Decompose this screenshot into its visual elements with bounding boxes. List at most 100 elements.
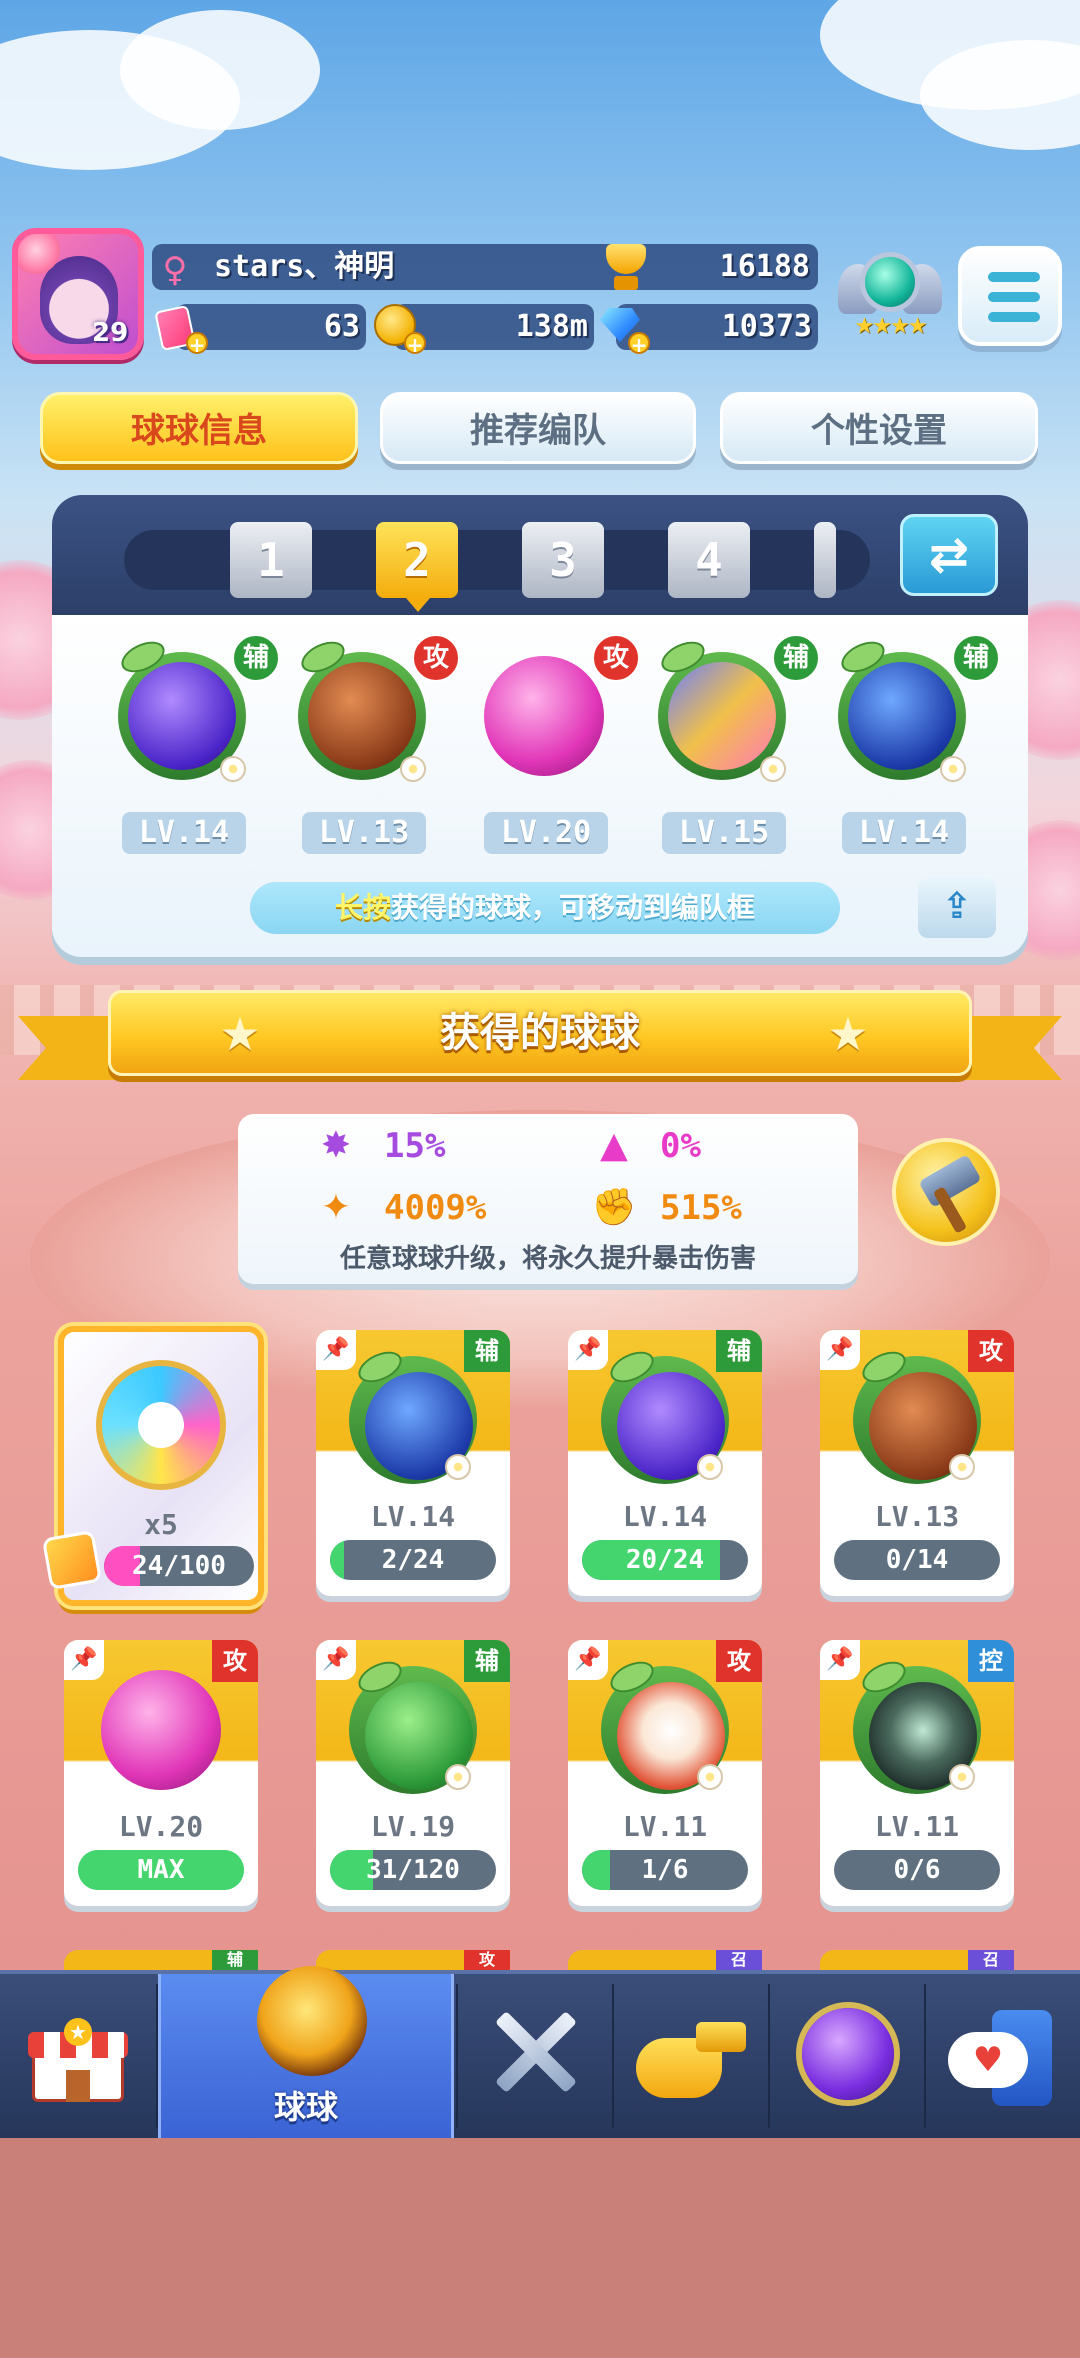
hint-text: 获得的球球，可移动到编队框	[391, 891, 756, 924]
pin-icon[interactable]: 📌	[568, 1640, 608, 1680]
pin-icon[interactable]: 📌	[568, 1330, 608, 1370]
nav-social[interactable]: ♥	[926, 1974, 1080, 2138]
team-slot-4[interactable]: 4	[668, 522, 750, 598]
team-slot-1[interactable]: 1	[230, 522, 312, 598]
arrow-ball-icon	[349, 1655, 477, 1794]
team-slot-2[interactable]: 2	[376, 522, 458, 612]
ball-level: LV.20	[118, 1810, 204, 1843]
ball-card-partial[interactable]: 攻	[316, 1950, 510, 1970]
ball-nav-icon	[257, 1966, 367, 2076]
ball-card-partial[interactable]: 辅	[64, 1950, 258, 1970]
role-tag: 辅	[212, 1950, 258, 1970]
upgrade-progress: 2/24	[330, 1540, 496, 1580]
team-slot-5[interactable]	[814, 522, 836, 598]
nav-balls-label: 球球	[273, 2088, 338, 2126]
special-progress: 24/100	[104, 1546, 254, 1586]
chat-heart-icon: ♥	[948, 2010, 1058, 2110]
crit-rate-value: 15%	[384, 1126, 446, 1166]
team-ball-1[interactable]	[112, 635, 252, 786]
hexagon-ball-icon	[349, 1345, 477, 1484]
team-ball-5[interactable]	[832, 635, 972, 786]
empty-area	[0, 2138, 1080, 2358]
menu-button[interactable]	[958, 246, 1062, 346]
gem-icon[interactable]: +	[596, 302, 650, 356]
nav-shop[interactable]: ★	[0, 1974, 156, 2138]
ball-card-infinity-ball[interactable]: 📌 攻 LV.13 0/14	[820, 1330, 1014, 1596]
role-tag: 辅	[464, 1330, 510, 1372]
hint-highlight: 长按	[334, 891, 391, 924]
tab-ball-info[interactable]: 球球信息	[40, 392, 358, 464]
role-tag: 辅	[772, 634, 820, 682]
menu-icon	[988, 272, 1040, 282]
ball-card-lightning-ball[interactable]: 📌 辅 LV.14 20/24	[568, 1330, 762, 1596]
team-ball-2[interactable]	[292, 635, 432, 786]
shop-icon: ★	[28, 2018, 128, 2102]
upgrade-progress: 0/6	[834, 1850, 1000, 1890]
player-name: stars、神明	[214, 249, 395, 284]
share-button[interactable]: ⇪	[918, 878, 996, 938]
role-tag: 控	[968, 1640, 1014, 1682]
role-tag: 召	[716, 1950, 762, 1970]
role-tag: 辅	[952, 634, 1000, 682]
role-tag: 攻	[212, 1640, 258, 1682]
team-ball-level: LV.20	[484, 812, 608, 854]
planet-icon	[802, 2008, 894, 2100]
upgrade-hammer-button[interactable]	[892, 1138, 1000, 1246]
ball-card-partial[interactable]: 召	[568, 1950, 762, 1970]
nav-balls[interactable]: 球球	[158, 1966, 454, 2138]
pin-icon[interactable]: 📌	[820, 1330, 860, 1370]
rank-stars-icon: ★★★★	[854, 314, 928, 339]
whistle-icon	[636, 2018, 746, 2098]
fist-damage-value: 515%	[660, 1188, 742, 1228]
role-tag: 攻	[716, 1640, 762, 1682]
rank-badge[interactable]: ★★★★	[838, 244, 942, 344]
swap-icon: ⇄	[928, 527, 970, 583]
team-ball-level: LV.13	[302, 812, 426, 854]
trophy-icon	[598, 244, 654, 294]
puzzle-icon	[41, 1529, 103, 1591]
nav-planet[interactable]	[770, 1974, 924, 2138]
ball-level: LV.14	[622, 1500, 708, 1533]
ball-level: LV.11	[622, 1810, 708, 1843]
pin-icon[interactable]: 📌	[316, 1640, 356, 1680]
crit-damage-value: 4009%	[384, 1188, 487, 1228]
ball-level: LV.19	[370, 1810, 456, 1843]
role-tag: 召	[968, 1950, 1014, 1970]
upgrade-progress-text: MAX	[137, 1855, 185, 1885]
coin-count: 138m	[515, 309, 588, 344]
trophy-count: 16188	[719, 249, 810, 284]
drag-hint: 长按获得的球球，可移动到编队框	[250, 882, 840, 934]
pin-icon[interactable]: 📌	[64, 1640, 104, 1680]
crit-rate-icon: ✸	[320, 1125, 352, 1166]
nav-battle[interactable]	[458, 1974, 612, 2138]
role-tag: 攻	[968, 1330, 1014, 1372]
role-tag: 辅	[464, 1640, 510, 1682]
upgrade-progress: 1/6	[582, 1850, 748, 1890]
lightning-ball-icon	[601, 1345, 729, 1484]
card-icon[interactable]: +	[154, 302, 208, 356]
ball-card-partial[interactable]: 召	[820, 1950, 1014, 1970]
team-ball-level: LV.14	[842, 812, 966, 854]
upgrade-progress: MAX	[78, 1850, 244, 1890]
nav-whistle[interactable]	[614, 1974, 768, 2138]
team-ball-level: LV.15	[662, 812, 786, 854]
tab-personal-settings[interactable]: 个性设置	[720, 392, 1038, 464]
ball-level: LV.14	[370, 1500, 456, 1533]
special-orb-icon	[96, 1360, 226, 1490]
ball-card-fox-ball[interactable]: 📌 攻 LV.11 1/6	[568, 1640, 762, 1906]
tab-recommended-team[interactable]: 推荐编队	[380, 392, 696, 464]
coin-icon[interactable]: +	[372, 302, 426, 356]
upgrade-progress-text: 20/24	[625, 1545, 705, 1575]
ball-card-arrow-ball[interactable]: 📌 辅 LV.19 31/120	[316, 1640, 510, 1906]
swap-team-button[interactable]: ⇄	[900, 514, 998, 596]
pin-icon[interactable]: 📌	[820, 1640, 860, 1680]
pin-icon[interactable]: 📌	[316, 1330, 356, 1370]
team-slot-3[interactable]: 3	[522, 522, 604, 598]
share-icon: ⇪	[941, 886, 973, 927]
upgrade-progress-text: 0/14	[885, 1545, 949, 1575]
ball-card-hexagon-ball[interactable]: 📌 辅 LV.14 2/24	[316, 1330, 510, 1596]
team-ball-4[interactable]	[652, 635, 792, 786]
ball-card-shield-ball[interactable]: 📌 攻 LV.20 MAX	[64, 1640, 258, 1906]
ball-card-crow-ball[interactable]: 📌 控 LV.11 0/6	[820, 1640, 1014, 1906]
role-tag: 攻	[464, 1950, 510, 1970]
